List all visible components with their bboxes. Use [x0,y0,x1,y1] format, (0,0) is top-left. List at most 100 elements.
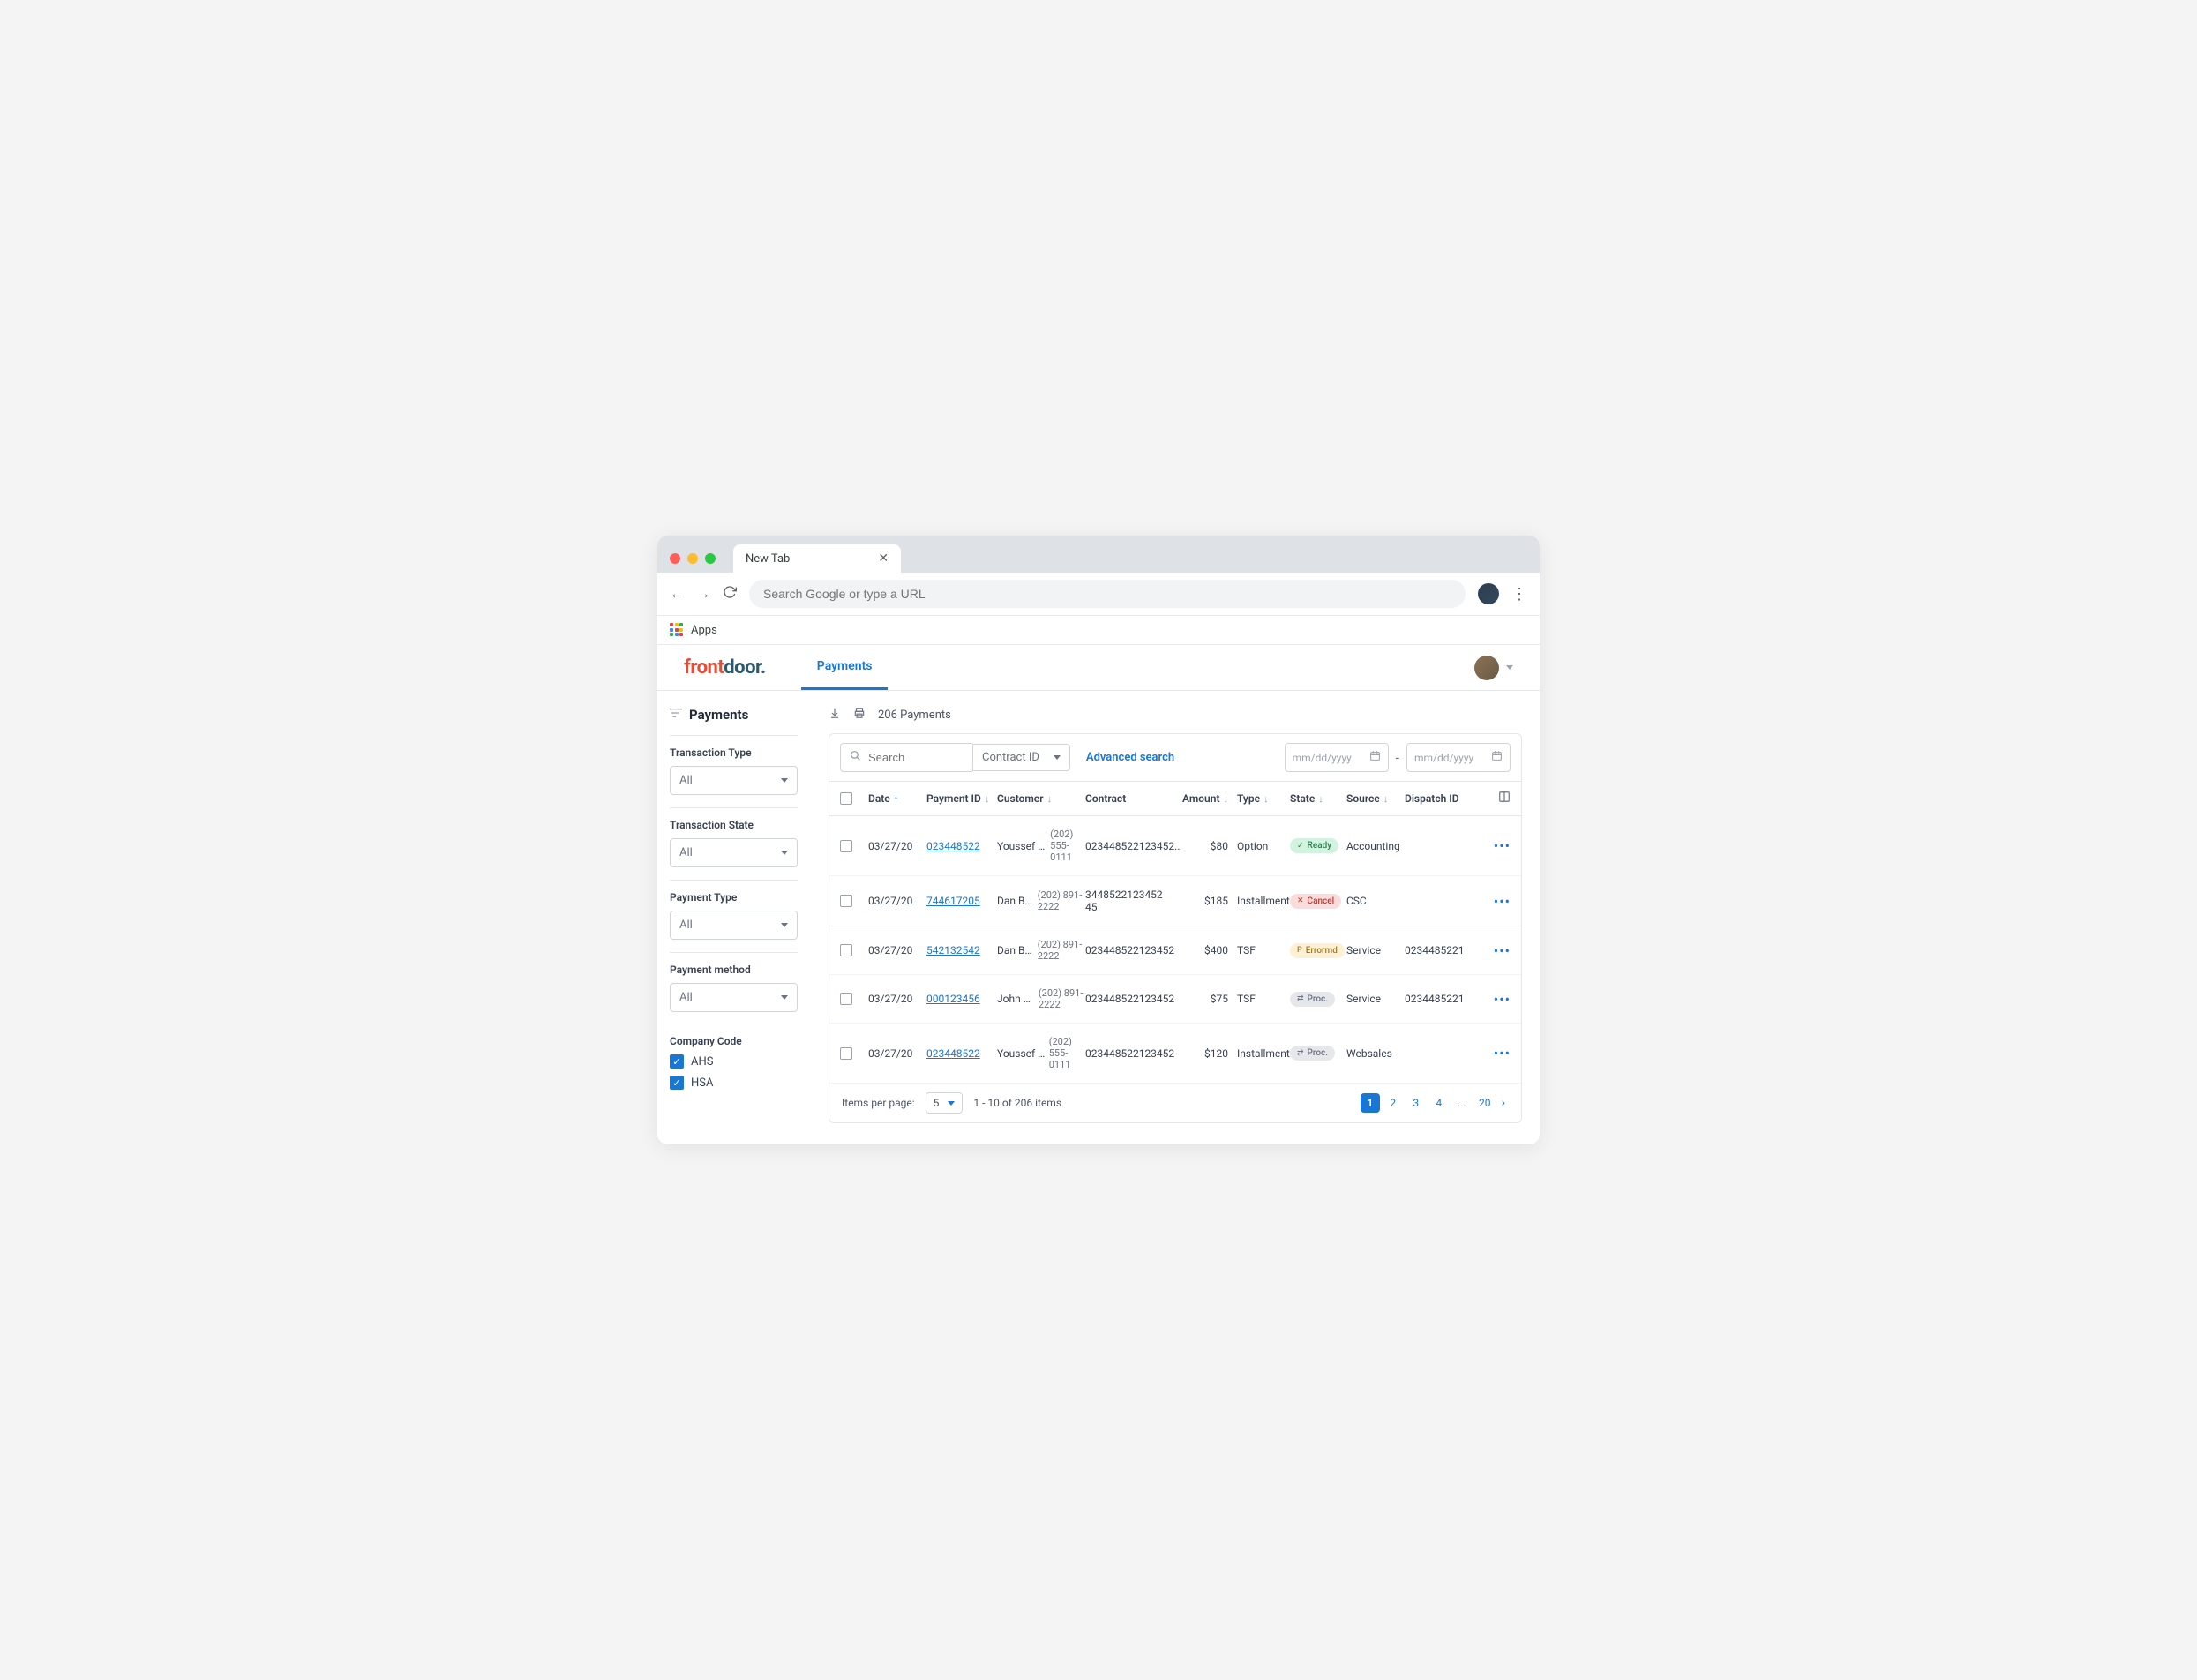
col-header-payment-id[interactable]: Payment ID↓ [926,792,997,805]
row-checkbox[interactable] [840,993,852,1005]
page-button-1[interactable]: 1 [1361,1093,1380,1113]
page-button-2[interactable]: 2 [1383,1093,1403,1113]
row-checkbox[interactable] [840,840,852,852]
checkbox-label: HSA [691,1076,713,1090]
checkbox-hsa[interactable]: ✓ HSA [670,1076,798,1090]
payment-id-link[interactable]: 000123456 [926,993,980,1005]
search-box [840,743,972,772]
cell-type: TSF [1228,944,1290,956]
apps-label[interactable]: Apps [691,624,717,637]
cell-type: Option [1228,840,1290,852]
forward-button[interactable]: → [696,585,710,603]
minimize-window-button[interactable] [687,553,698,564]
address-bar[interactable] [749,580,1466,608]
select-value: All [679,846,693,859]
app-header: frontdoor. Payments [657,645,1540,691]
sort-icon: ↓ [1047,793,1053,805]
payment-type-select[interactable]: All [670,911,798,940]
col-header-amount[interactable]: Amount↓ [1173,792,1228,805]
cell-amount: $75 [1173,993,1228,1005]
browser-menu-icon[interactable]: ⋮ [1511,585,1527,604]
user-avatar [1474,656,1499,680]
row-actions-button[interactable]: ••• [1494,893,1511,910]
col-header-customer[interactable]: Customer↓ [997,792,1085,805]
payment-id-link[interactable]: 542132542 [926,944,980,956]
back-button[interactable]: ← [670,585,684,603]
col-header-date[interactable]: Date↑ [868,792,926,805]
page-button-4[interactable]: 4 [1429,1093,1449,1113]
filter-label: Company Code [670,1035,798,1047]
payment-id-link[interactable]: 744617205 [926,895,980,907]
window-controls [670,553,716,564]
chevron-down-icon [781,778,788,783]
sidebar: Payments Transaction Type All Transactio… [657,691,811,1144]
badge-icon: P [1297,946,1302,955]
select-all-checkbox[interactable] [840,792,852,805]
user-menu[interactable] [1474,656,1513,680]
search-input[interactable] [868,751,964,764]
col-header-contract[interactable]: Contract [1085,792,1173,805]
status-badge: PErrormd [1290,943,1345,958]
next-page-button[interactable]: › [1498,1096,1509,1110]
logo[interactable]: frontdoor. [684,656,766,679]
date-to-input[interactable]: mm/dd/yyyy [1406,743,1511,772]
cell-contract: 023448522123452 [1085,944,1173,956]
browser-tab[interactable]: New Tab ✕ [733,544,901,573]
toolbar: 206 Payments [829,707,1522,723]
close-tab-icon[interactable]: ✕ [878,551,889,566]
col-header-type[interactable]: Type↓ [1228,792,1290,805]
payment-id-link[interactable]: 023448522 [926,840,980,852]
per-page-select[interactable]: 5 [926,1092,964,1114]
download-icon[interactable] [829,707,841,723]
row-checkbox[interactable] [840,895,852,907]
row-actions-button[interactable]: ••• [1494,942,1511,959]
row-actions-button[interactable]: ••• [1494,991,1511,1008]
print-icon[interactable] [853,707,866,723]
maximize-window-button[interactable] [705,553,716,564]
date-separator: - [1396,749,1399,766]
cell-type: Installment [1228,1047,1290,1060]
row-checkbox[interactable] [840,944,852,956]
filter-payment-method: Payment method All [670,952,798,1012]
transaction-state-select[interactable]: All [670,838,798,867]
cell-date: 03/27/20 [868,993,926,1005]
col-header-source[interactable]: Source↓ [1346,792,1405,805]
filter-icon [670,708,682,722]
payment-method-select[interactable]: All [670,983,798,1012]
range-text: 1 - 10 of 206 items [973,1097,1061,1109]
cell-customer: John Smith (202) 891-2222 [997,987,1085,1010]
cell-contract: 3448522123452​45 [1085,889,1173,913]
sort-icon: ↓ [1383,793,1389,805]
col-header-state[interactable]: State↓ [1290,792,1346,805]
payment-id-link[interactable]: 023448522 [926,1047,980,1060]
tab-title: New Tab [746,552,790,566]
column-layout-icon[interactable] [1498,792,1511,806]
nav-tab-payments[interactable]: Payments [801,645,889,690]
apps-icon[interactable] [670,623,684,637]
cell-date: 03/27/20 [868,1047,926,1060]
close-window-button[interactable] [670,553,680,564]
advanced-search-link[interactable]: Advanced search [1086,751,1174,764]
chrome-profile-avatar[interactable] [1478,583,1499,604]
row-actions-button[interactable]: ••• [1494,837,1511,854]
search-field-select[interactable]: Contract ID [972,744,1070,771]
row-actions-button[interactable]: ••• [1494,1045,1511,1061]
page-button-3[interactable]: 3 [1406,1093,1426,1113]
chevron-down-icon [781,923,788,927]
cell-source: Websales [1346,1047,1405,1060]
page-button-20[interactable]: 20 [1475,1093,1495,1113]
cell-date: 03/27/20 [868,840,926,852]
page-button-...[interactable]: ... [1452,1093,1472,1113]
reload-button[interactable] [723,585,737,603]
checkbox-icon: ✓ [670,1054,684,1069]
col-header-dispatch[interactable]: Dispatch ID [1405,792,1475,805]
select-value: 5 [934,1097,940,1109]
row-checkbox[interactable] [840,1047,852,1060]
filter-payment-type: Payment Type All [670,880,798,940]
date-from-input[interactable]: mm/dd/yyyy [1285,743,1389,772]
select-value: All [679,991,693,1004]
table-row: 03/27/20 542132542 Dan Brown (202) 891-2… [829,926,1521,975]
checkbox-ahs[interactable]: ✓ AHS [670,1054,798,1069]
badge-icon: ✓ [1297,842,1304,851]
transaction-type-select[interactable]: All [670,766,798,795]
